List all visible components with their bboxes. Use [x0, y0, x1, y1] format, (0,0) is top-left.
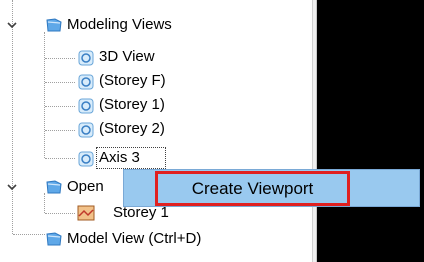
tree-item-storey-2[interactable]: (Storey 2) — [0, 117, 312, 141]
viewport-pane[interactable] — [317, 0, 424, 262]
tree-item-label: Model View (Ctrl+D) — [67, 230, 202, 247]
view-icon — [78, 74, 94, 90]
tree-item-label: (Storey F) — [99, 72, 166, 89]
tree-item-axis-3[interactable]: Axis 3 — [0, 146, 312, 170]
tree-item-3d-view[interactable]: 3D View — [0, 45, 312, 69]
chevron-down-icon[interactable] — [5, 18, 19, 32]
chevron-down-icon[interactable] — [5, 180, 19, 194]
folder-view-icon — [46, 18, 62, 32]
view-tree-panel: Modeling Views 3D View (Storey F) (Store… — [0, 0, 312, 262]
create-viewport-menu-item[interactable]: Create Viewport — [155, 171, 350, 206]
tree-item-storey-1[interactable]: (Storey 1) — [0, 93, 312, 117]
tree-item-storey-f[interactable]: (Storey F) — [0, 69, 312, 93]
drawing-icon — [77, 205, 95, 221]
tree-item-modeling-views[interactable]: Modeling Views — [0, 13, 312, 37]
view-icon — [78, 98, 94, 114]
tree-item-label: Open — [67, 178, 104, 195]
tree-item-model-view[interactable]: Model View (Ctrl+D) — [0, 227, 312, 251]
tree-item-label: 3D View — [99, 48, 155, 65]
tree-item-label: Modeling Views — [67, 16, 172, 33]
folder-view-icon — [46, 180, 62, 194]
view-icon — [78, 50, 94, 66]
tree-item-label: (Storey 2) — [99, 120, 165, 137]
view-icon — [78, 122, 94, 138]
tree-item-label: Axis 3 — [99, 149, 140, 166]
view-icon — [78, 151, 94, 167]
tree-item-label: (Storey 1) — [99, 96, 165, 113]
folder-view-icon — [46, 232, 62, 246]
clipped-row — [0, 0, 312, 6]
